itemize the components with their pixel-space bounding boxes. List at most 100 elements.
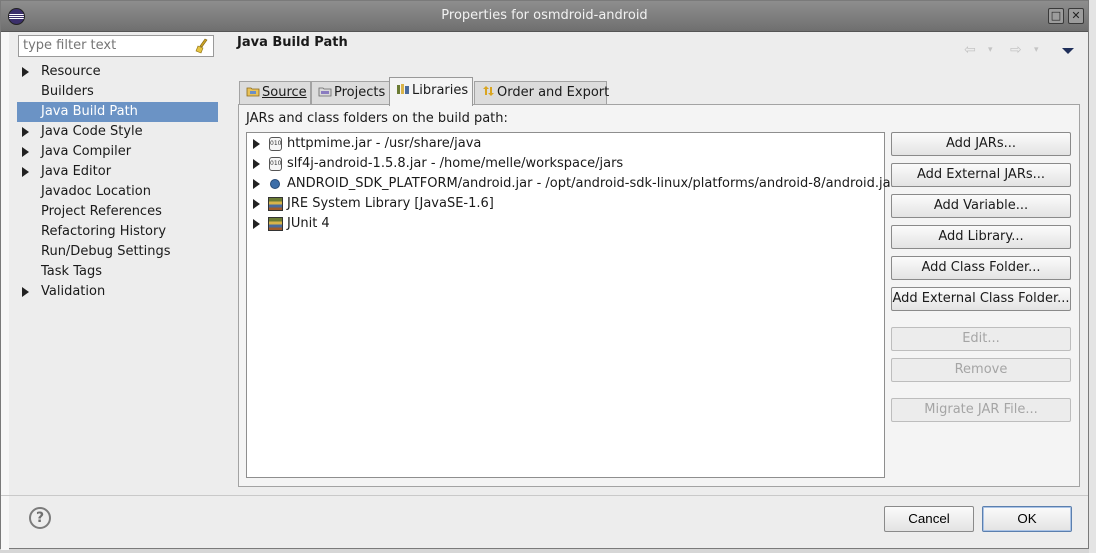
background-editor-strip	[1, 32, 9, 550]
jar-icon: 010	[269, 137, 282, 151]
library-entry[interactable]: 010 slf4j-android-1.5.8.jar - /home/melle…	[247, 154, 623, 174]
order-export-icon	[483, 86, 494, 96]
libraries-icon	[397, 84, 409, 94]
java-build-path-page: Java Build Path ⇦ ▾ ⇨ ▾ Source Projects	[231, 32, 1086, 492]
tree-item-project-references[interactable]: Project References	[17, 202, 218, 222]
tree-item-label: Project References	[41, 204, 162, 219]
library-entry[interactable]: ANDROID_SDK_PLATFORM/android.jar - /opt/…	[247, 174, 896, 194]
tree-item-builders[interactable]: Builders	[17, 82, 218, 102]
source-folder-icon	[246, 87, 260, 97]
tree-item-task-tags[interactable]: Task Tags	[17, 262, 218, 282]
forward-arrow-icon[interactable]: ⇨	[1010, 42, 1022, 58]
libraries-list-label: JARs and class folders on the build path…	[246, 111, 508, 126]
library-entry[interactable]: JRE System Library [JavaSE-1.6]	[247, 194, 494, 214]
help-button[interactable]: ?	[29, 507, 51, 529]
library-icon	[268, 197, 283, 211]
tree-item-java-code-style[interactable]: Java Code Style	[17, 122, 218, 142]
tree-item-label: Java Editor	[41, 164, 112, 179]
library-entry-label: httpmime.jar - /usr/share/java	[287, 136, 482, 151]
tree-item-label: Builders	[41, 84, 94, 99]
expand-arrow-icon[interactable]	[22, 147, 29, 157]
filter-field[interactable]	[18, 35, 214, 57]
filter-input[interactable]	[23, 38, 183, 53]
tab-libraries-label: Libraries	[412, 83, 469, 98]
close-icon: ✕	[1071, 9, 1081, 22]
expand-arrow-icon[interactable]	[22, 167, 29, 177]
maximize-icon: □	[1050, 9, 1062, 22]
tree-item-label: Refactoring History	[41, 224, 167, 239]
tree-item-label: Java Build Path	[41, 104, 138, 119]
library-entry-label: JUnit 4	[287, 216, 330, 231]
library-entry[interactable]: 010 httpmime.jar - /usr/share/java	[247, 134, 481, 154]
add-class-folder-button[interactable]: Add Class Folder...	[891, 256, 1071, 280]
tab-source-label: Source	[262, 85, 307, 100]
add-library-button[interactable]: Add Library...	[891, 225, 1071, 249]
forward-dropdown-icon[interactable]: ▾	[1034, 45, 1039, 55]
expand-arrow-icon[interactable]	[253, 139, 260, 149]
expand-arrow-icon[interactable]	[22, 287, 29, 297]
remove-button[interactable]: Remove	[891, 358, 1071, 382]
tree-item-validation[interactable]: Validation	[17, 282, 218, 302]
help-icon: ?	[35, 510, 45, 526]
migrate-jar-button[interactable]: Migrate JAR File...	[891, 398, 1071, 422]
cancel-button[interactable]: Cancel	[884, 506, 974, 532]
properties-dialog: Properties for osmdroid-android □ ✕ Reso…	[0, 0, 1089, 550]
tab-projects[interactable]: Projects	[311, 81, 390, 105]
library-icon	[268, 217, 283, 231]
tree-item-java-editor[interactable]: Java Editor	[17, 162, 218, 182]
expand-arrow-icon[interactable]	[253, 159, 260, 169]
expand-arrow-icon[interactable]	[253, 179, 260, 189]
add-jars-button[interactable]: Add JARs...	[891, 132, 1071, 156]
expand-arrow-icon[interactable]	[253, 199, 260, 209]
expand-arrow-icon[interactable]	[22, 127, 29, 137]
libraries-list[interactable]: 010 httpmime.jar - /usr/share/java 010 slf4…	[246, 132, 896, 478]
close-button[interactable]: ✕	[1068, 8, 1084, 24]
tree-item-label: Java Compiler	[41, 144, 132, 159]
preference-tree: Resource Builders Java Build Path Java Code…	[17, 62, 218, 302]
clear-filter-icon[interactable]	[195, 38, 209, 54]
add-external-jars-button[interactable]: Add External JARs...	[891, 163, 1071, 187]
tree-item-label: Run/Debug Settings	[41, 244, 171, 259]
variable-icon	[270, 179, 280, 189]
library-entry-label: slf4j-android-1.5.8.jar - /home/melle/wo…	[287, 156, 624, 171]
footer-separator	[1, 495, 1088, 496]
projects-icon	[318, 87, 332, 97]
page-navigation: ⇦ ▾ ⇨ ▾	[964, 42, 1074, 58]
title-bar[interactable]: Properties for osmdroid-android □ ✕	[1, 1, 1088, 32]
add-variable-button[interactable]: Add Variable...	[891, 194, 1071, 218]
edit-button[interactable]: Edit...	[891, 327, 1071, 351]
tab-projects-label: Projects	[334, 85, 386, 100]
background-window-edge	[1089, 0, 1096, 553]
tree-item-javadoc-location[interactable]: Javadoc Location	[17, 182, 218, 202]
library-entry-label: JRE System Library [JavaSE-1.6]	[287, 196, 494, 211]
tab-libraries[interactable]: Libraries	[389, 77, 473, 106]
libraries-panel: JARs and class folders on the build path…	[238, 104, 1080, 487]
tree-item-java-build-path[interactable]: Java Build Path	[17, 102, 218, 122]
back-dropdown-icon[interactable]: ▾	[988, 45, 993, 55]
tree-item-label: Validation	[41, 284, 106, 299]
library-entry-label: ANDROID_SDK_PLATFORM/android.jar - /opt/…	[287, 176, 896, 191]
maximize-button[interactable]: □	[1048, 8, 1064, 24]
library-entry[interactable]: JUnit 4	[247, 214, 330, 234]
jar-icon: 010	[269, 157, 282, 171]
tab-order-and-export[interactable]: Order and Export	[474, 81, 610, 105]
add-external-class-folder-button[interactable]: Add External Class Folder...	[891, 287, 1071, 311]
tree-item-label: Resource	[41, 64, 101, 79]
preference-tree-pane: Resource Builders Java Build Path Java Code…	[13, 32, 218, 492]
tree-item-run-debug-settings[interactable]: Run/Debug Settings	[17, 242, 218, 262]
tab-order-and-export-label: Order and Export	[497, 85, 610, 100]
window-title: Properties for osmdroid-android	[441, 8, 648, 23]
tree-item-resource[interactable]: Resource	[17, 62, 218, 82]
back-arrow-icon[interactable]: ⇦	[964, 42, 976, 58]
tree-item-label: Javadoc Location	[41, 184, 151, 199]
ok-button[interactable]: OK	[982, 506, 1072, 532]
tree-item-java-compiler[interactable]: Java Compiler	[17, 142, 218, 162]
expand-arrow-icon[interactable]	[253, 219, 260, 229]
view-menu-icon[interactable]	[1062, 48, 1074, 54]
tree-item-refactoring-history[interactable]: Refactoring History	[17, 222, 218, 242]
tree-item-label: Java Code Style	[41, 124, 143, 139]
tab-source[interactable]: Source	[239, 81, 311, 105]
tree-item-label: Task Tags	[41, 264, 102, 279]
expand-arrow-icon[interactable]	[22, 67, 29, 77]
page-title: Java Build Path	[237, 35, 348, 50]
